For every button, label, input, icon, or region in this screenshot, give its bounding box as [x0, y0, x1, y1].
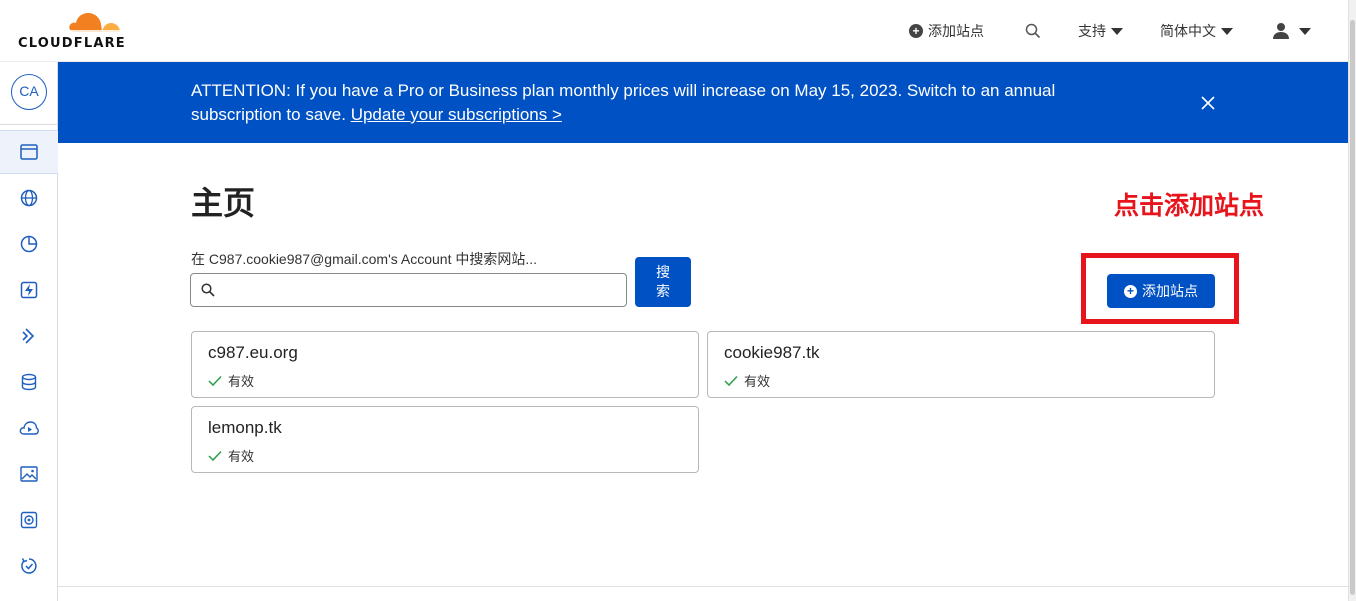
top-navigation: CLOUDFLARE + 添加站点 支持 简体中文: [0, 0, 1348, 62]
nav-support-label: 支持: [1078, 23, 1106, 39]
page-title: 主页: [191, 185, 256, 221]
check-icon: [208, 375, 222, 386]
search-label: 在 C987.cookie987@gmail.com's Account 中搜索…: [191, 251, 538, 267]
nav-search[interactable]: [1025, 20, 1041, 42]
search-field[interactable]: [190, 273, 627, 307]
refresh-history-icon: [21, 558, 37, 574]
globe-icon: [20, 189, 38, 207]
check-icon: [724, 375, 738, 386]
search-icon: [201, 283, 215, 297]
pages-chevron-icon: [22, 328, 35, 344]
account-avatar[interactable]: CA: [11, 74, 47, 110]
caret-down-icon: [1221, 27, 1233, 35]
site-status-label: 有效: [228, 449, 255, 464]
close-icon: [1201, 96, 1215, 110]
sidebar-item-settings[interactable]: [0, 498, 58, 542]
annotation-text: 点击添加站点: [1114, 192, 1265, 220]
add-site-button-label: 添加站点: [1142, 283, 1198, 299]
plus-circle-icon: +: [1124, 284, 1137, 298]
caret-down-icon: [1299, 27, 1311, 35]
attention-banner: ATTENTION: If you have a Pro or Business…: [58, 62, 1348, 143]
site-status-label: 有效: [228, 374, 255, 389]
sidebar-item-images[interactable]: [0, 452, 58, 496]
sidebar-item-analytics[interactable]: [0, 222, 58, 266]
banner-text-block: ATTENTION: If you have a Pro or Business…: [191, 79, 1091, 127]
user-icon: [1273, 23, 1289, 39]
scrollbar-thumb[interactable]: [1350, 20, 1355, 595]
search-input[interactable]: [221, 278, 617, 302]
cloudflare-logo[interactable]: CLOUDFLARE: [16, 8, 128, 52]
sidebar-item-history[interactable]: [0, 544, 58, 588]
caret-down-icon: [1111, 27, 1123, 35]
browser-window-icon: [20, 144, 38, 160]
site-card[interactable]: c987.eu.org 有效: [191, 331, 699, 398]
cloud-logo-icon: [69, 13, 120, 32]
site-status: 有效: [208, 446, 254, 465]
search-button-label-2: 索: [656, 283, 670, 299]
nav-language-label: 简体中文: [1160, 23, 1216, 39]
pie-chart-icon: [20, 235, 38, 253]
gear-cog-icon: [20, 511, 38, 529]
check-icon: [208, 450, 222, 461]
nav-add-site-label: 添加站点: [928, 23, 984, 39]
sidebar-item-workers[interactable]: [0, 268, 58, 312]
sidebar: CA: [0, 62, 58, 601]
sidebar-divider: [0, 124, 58, 125]
nav-support-menu[interactable]: 支持: [1078, 20, 1123, 42]
nav-add-site[interactable]: + 添加站点: [909, 20, 984, 42]
site-domain: c987.eu.org: [208, 343, 298, 362]
site-domain: lemonp.tk: [208, 418, 282, 437]
site-domain: cookie987.tk: [724, 343, 820, 362]
sidebar-item-stream[interactable]: [0, 406, 58, 450]
add-site-button[interactable]: + 添加站点: [1107, 274, 1215, 308]
lightning-workers-icon: [20, 281, 38, 299]
sidebar-item-domains[interactable]: [0, 176, 58, 220]
sidebar-item-pages[interactable]: [0, 314, 58, 358]
site-card[interactable]: cookie987.tk 有效: [707, 331, 1215, 398]
database-icon: [21, 373, 37, 391]
update-subscriptions-link[interactable]: Update your subscriptions >: [351, 105, 562, 124]
footer-divider: [58, 586, 1348, 587]
site-status: 有效: [724, 371, 770, 390]
logo-wordmark: CLOUDFLARE: [18, 36, 126, 51]
search-icon: [1025, 23, 1041, 39]
search-button[interactable]: 搜 索: [635, 257, 691, 307]
site-card[interactable]: lemonp.tk 有效: [191, 406, 699, 473]
site-status: 有效: [208, 371, 254, 390]
banner-close-button[interactable]: [1198, 93, 1218, 113]
sidebar-item-websites[interactable]: [0, 130, 58, 174]
search-button-label-1: 搜: [656, 264, 670, 280]
nav-language-menu[interactable]: 简体中文: [1160, 20, 1233, 42]
vertical-scrollbar[interactable]: [1348, 0, 1356, 601]
sidebar-item-storage[interactable]: [0, 360, 58, 404]
plus-circle-icon: +: [909, 24, 923, 38]
nav-user-menu[interactable]: [1272, 20, 1311, 42]
site-status-label: 有效: [744, 374, 771, 389]
image-icon: [20, 466, 38, 482]
cloud-stream-icon: [19, 421, 39, 435]
banner-message: ATTENTION: If you have a Pro or Business…: [191, 81, 1056, 124]
